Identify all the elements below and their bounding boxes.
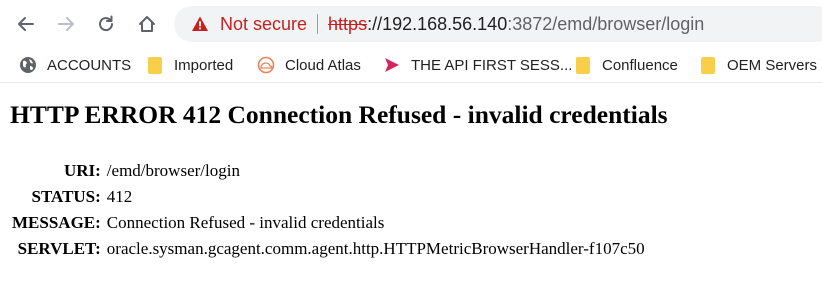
bookmark-confluence[interactable]: Confluence [573, 53, 678, 77]
detail-value: 412 [106, 187, 133, 206]
bookmark-api-first[interactable]: THE API FIRST SESS... [382, 53, 572, 77]
error-page: HTTP ERROR 412 Connection Refused - inva… [10, 98, 815, 258]
error-details-table: URI: /emd/browser/login STATUS: 412 MESS… [10, 158, 649, 262]
forward-icon [58, 17, 74, 31]
url-path: /emd/browser/login [552, 13, 705, 34]
address-bar[interactable]: Not secure https://192.168.56.140:3872/e… [174, 6, 822, 42]
detail-key: URI: [63, 161, 101, 180]
folder-icon [698, 55, 718, 75]
bookmark-label: THE API FIRST SESS... [411, 56, 573, 74]
bookmark-label: Cloud Atlas [285, 56, 361, 74]
omnibox-divider [317, 14, 319, 34]
forward-button[interactable] [50, 8, 82, 40]
back-button[interactable] [10, 8, 42, 40]
security-label[interactable]: Not secure [220, 14, 307, 35]
detail-value: Connection Refused - invalid credentials [106, 213, 385, 232]
url-port: :3872 [507, 13, 553, 34]
bookmark-accounts[interactable]: ACCOUNTS [18, 53, 131, 77]
folder-icon [145, 55, 165, 75]
url-scheme: https [328, 13, 368, 34]
warning-icon[interactable] [190, 14, 210, 34]
api-play-icon [382, 55, 402, 75]
bookmark-label: OEM Servers [727, 56, 818, 74]
bookmark-oem-servers[interactable]: OEM Servers [698, 53, 817, 77]
detail-row-servlet: SERVLET: oracle.sysman.gcagent.comm.agen… [10, 236, 649, 262]
detail-key: SERVLET: [17, 239, 101, 258]
bookmark-label: Imported [174, 56, 234, 74]
bookmark-imported[interactable]: Imported [145, 53, 233, 77]
back-icon [18, 17, 34, 31]
reload-button[interactable] [90, 8, 122, 40]
url-host: ://192.168.56.140 [367, 13, 508, 34]
bookmark-label: Confluence [602, 56, 678, 74]
detail-row-status: STATUS: 412 [10, 184, 649, 210]
home-icon [139, 16, 155, 32]
folder-icon [573, 55, 593, 75]
detail-value: oracle.sysman.gcagent.comm.agent.http.HT… [106, 239, 645, 258]
detail-row-uri: URI: /emd/browser/login [10, 158, 649, 184]
detail-row-message: MESSAGE: Connection Refused - invalid cr… [10, 210, 649, 236]
detail-key: MESSAGE: [12, 213, 101, 232]
home-button[interactable] [131, 8, 163, 40]
detail-value: /emd/browser/login [106, 161, 240, 180]
globe-icon [18, 55, 38, 75]
url-text[interactable]: https://192.168.56.140:3872/emd/browser/… [328, 14, 704, 35]
detail-key: STATUS: [31, 187, 101, 206]
bookmark-cloud-atlas[interactable]: Cloud Atlas [256, 53, 361, 77]
cloud-atlas-icon [256, 55, 276, 75]
bookmarks-bar: ACCOUNTS Imported Cloud Atlas THE API FI… [0, 48, 822, 83]
browser-toolbar: Not secure https://192.168.56.140:3872/e… [0, 0, 822, 48]
error-heading: HTTP ERROR 412 Connection Refused - inva… [10, 100, 668, 129]
reload-icon [99, 15, 114, 32]
bookmark-label: ACCOUNTS [47, 56, 132, 74]
